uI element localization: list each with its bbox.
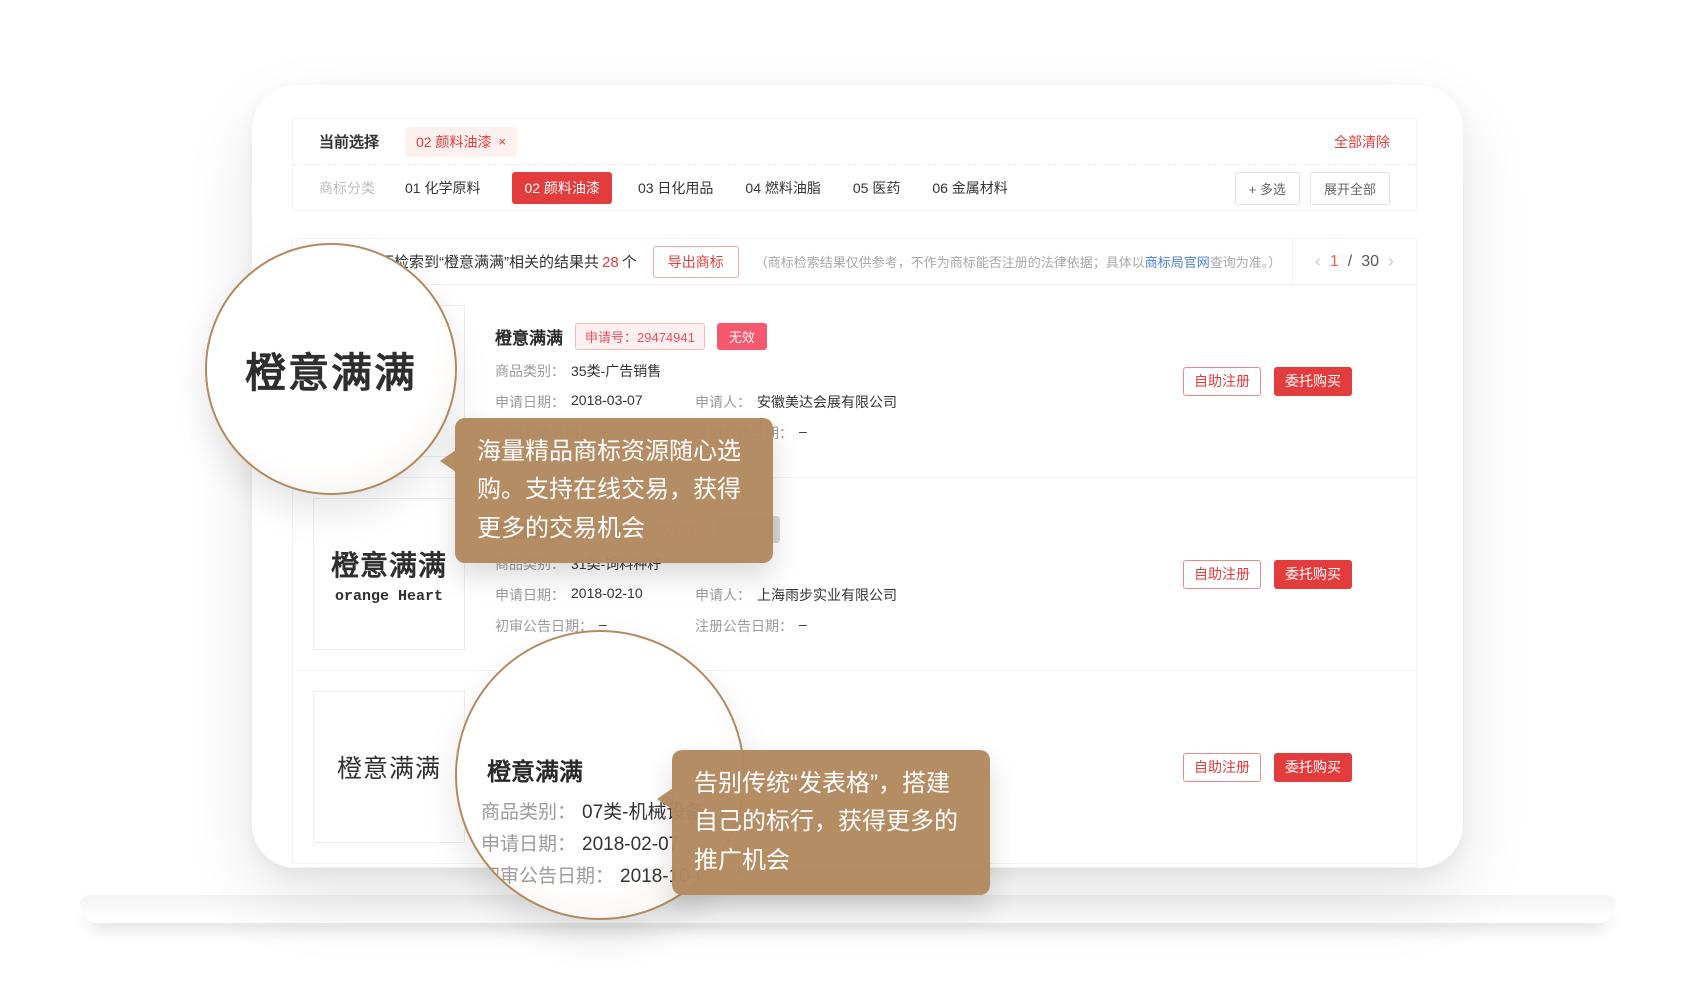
magnified-category-label: 商品类别： bbox=[481, 802, 576, 823]
category-item-02-selected[interactable]: 02 颜料油漆 bbox=[512, 172, 611, 204]
trademark-image: 橙意满满 orange Heart bbox=[313, 498, 465, 650]
category-item-03[interactable]: 03 日化用品 bbox=[638, 178, 713, 198]
selected-filter-tag[interactable]: 02 颜料油漆 × bbox=[405, 127, 517, 157]
export-trademark-button[interactable]: 导出商标 bbox=[653, 246, 739, 278]
magnified-trademark-name: 橙意满满 bbox=[487, 752, 583, 787]
category-item-05[interactable]: 05 医药 bbox=[853, 178, 900, 198]
apply-date-value: 2018-02-10 bbox=[571, 585, 643, 605]
entrust-buy-button[interactable]: 委托购买 bbox=[1274, 560, 1352, 589]
trademark-name: 橙意满满 bbox=[495, 324, 563, 349]
apply-date-label: 申请日期： bbox=[495, 585, 565, 605]
page-current: 1 bbox=[1330, 253, 1339, 271]
results-header: 当前分类下检索到“橙意满满”相关的结果共28个 导出商标 （商标检索结果仅供参考… bbox=[293, 239, 1416, 285]
category-item-04[interactable]: 04 燃料油脂 bbox=[745, 178, 820, 198]
trademark-office-link[interactable]: 商标局官网 bbox=[1145, 255, 1210, 270]
trademark-image-text: 橙意满满 bbox=[331, 544, 447, 584]
row-actions: 自助注册 委托购买 bbox=[1183, 285, 1352, 477]
tooltip-marketplace-text: 海量精品商标资源随心选购。支持在线交易，获得更多的交易机会 bbox=[477, 438, 741, 542]
page-separator: / bbox=[1348, 253, 1352, 271]
disclaimer-text: （商标检索结果仅供参考，不作为商标能否注册的法律依据；具体以商标局官网查询为准。… bbox=[755, 252, 1282, 271]
apply-date-value: 2018-03-07 bbox=[571, 392, 643, 412]
disclaimer-post: 查询为准。） bbox=[1210, 255, 1282, 270]
self-register-button[interactable]: 自助注册 bbox=[1183, 753, 1261, 782]
entrust-buy-button[interactable]: 委托购买 bbox=[1274, 753, 1352, 782]
status-badge: 无效 bbox=[717, 323, 767, 350]
applicant-label: 申请人： bbox=[695, 585, 751, 605]
self-register-button[interactable]: 自助注册 bbox=[1183, 367, 1261, 396]
category-row-label: 商标分类 bbox=[319, 178, 375, 198]
tooltip-promotion: 告别传统“发表格”，搭建自己的标行，获得更多的推广机会 bbox=[672, 750, 990, 895]
clear-all-button[interactable]: 全部清除 bbox=[1334, 132, 1390, 152]
entrust-buy-button[interactable]: 委托购买 bbox=[1274, 367, 1352, 396]
application-number-tag: 申请号：29474941 bbox=[575, 323, 705, 350]
magnified-apply-date-label: 申请日期： bbox=[481, 834, 576, 855]
current-selection-row: 当前选择 02 颜料油漆 × 全部清除 bbox=[293, 119, 1416, 165]
category-item-06[interactable]: 06 金属材料 bbox=[932, 178, 1007, 198]
application-number-value: 29474941 bbox=[637, 330, 695, 345]
magnified-apply-date-line: 申请日期： 2018-02-07 bbox=[481, 829, 679, 856]
magnifier-circle-trademark: 橙意满满 bbox=[205, 243, 457, 495]
screenshot-stage: 当前选择 02 颜料油漆 × 全部清除 商标分类 01 化学原料 02 颜料油漆… bbox=[0, 0, 1696, 1002]
disclaimer-pre: （商标检索结果仅供参考，不作为商标能否注册的法律依据；具体以 bbox=[755, 255, 1145, 270]
category-value: 35类-广告销售 bbox=[571, 361, 661, 381]
magnified-first-trial-label: 初审公告日期： bbox=[481, 866, 614, 887]
filter-panel: 当前选择 02 颜料油漆 × 全部清除 商标分类 01 化学原料 02 颜料油漆… bbox=[292, 118, 1417, 211]
chevron-right-icon[interactable]: › bbox=[1388, 251, 1394, 272]
selected-filter-tag-label: 02 颜料油漆 bbox=[416, 132, 491, 152]
current-selection-label: 当前选择 bbox=[319, 131, 379, 152]
category-row: 商标分类 01 化学原料 02 颜料油漆 03 日化用品 04 燃料油脂 05 … bbox=[293, 165, 1416, 211]
category-label: 商品类别： bbox=[495, 361, 565, 381]
tooltip-marketplace: 海量精品商标资源随心选购。支持在线交易，获得更多的交易机会 bbox=[455, 418, 773, 563]
laptop-base bbox=[80, 895, 1616, 923]
trademark-image-text: 橙意满满 bbox=[337, 749, 441, 785]
filter-actions: + 多选 展开全部 bbox=[1235, 172, 1390, 205]
reg-date-value: – bbox=[799, 616, 807, 636]
expand-all-button[interactable]: 展开全部 bbox=[1310, 172, 1390, 205]
apply-date-label: 申请日期： bbox=[495, 392, 565, 412]
application-number-label: 申请号： bbox=[585, 330, 637, 345]
self-register-button[interactable]: 自助注册 bbox=[1183, 560, 1261, 589]
row-actions: 自助注册 委托购买 bbox=[1183, 478, 1352, 670]
reg-date-value: – bbox=[799, 423, 807, 443]
applicant-value: 上海雨步实业有限公司 bbox=[757, 585, 897, 605]
multi-select-button[interactable]: + 多选 bbox=[1235, 172, 1300, 205]
applicant-value: 安徽美达会展有限公司 bbox=[757, 392, 897, 412]
row-actions: 自助注册 委托购买 bbox=[1183, 671, 1352, 863]
magnified-trademark-text: 橙意满满 bbox=[245, 339, 417, 399]
trademark-image-subtext: orange Heart bbox=[335, 588, 443, 605]
summary-suffix: 个 bbox=[622, 254, 637, 271]
category-item-01[interactable]: 01 化学原料 bbox=[405, 178, 480, 198]
close-icon[interactable]: × bbox=[498, 134, 506, 149]
trademark-image: 橙意满满 bbox=[313, 691, 465, 843]
chevron-left-icon[interactable]: ‹ bbox=[1315, 251, 1321, 272]
reg-date-label: 注册公告日期： bbox=[695, 616, 793, 636]
applicant-label: 申请人： bbox=[695, 392, 751, 412]
magnified-apply-date-value: 2018-02-07 bbox=[582, 834, 679, 855]
pagination: ‹ 1 / 30 › bbox=[1292, 239, 1416, 284]
tooltip-promotion-text: 告别传统“发表格”，搭建自己的标行，获得更多的推广机会 bbox=[694, 770, 958, 874]
summary-count: 28 bbox=[602, 254, 619, 271]
page-total: 30 bbox=[1361, 253, 1379, 271]
